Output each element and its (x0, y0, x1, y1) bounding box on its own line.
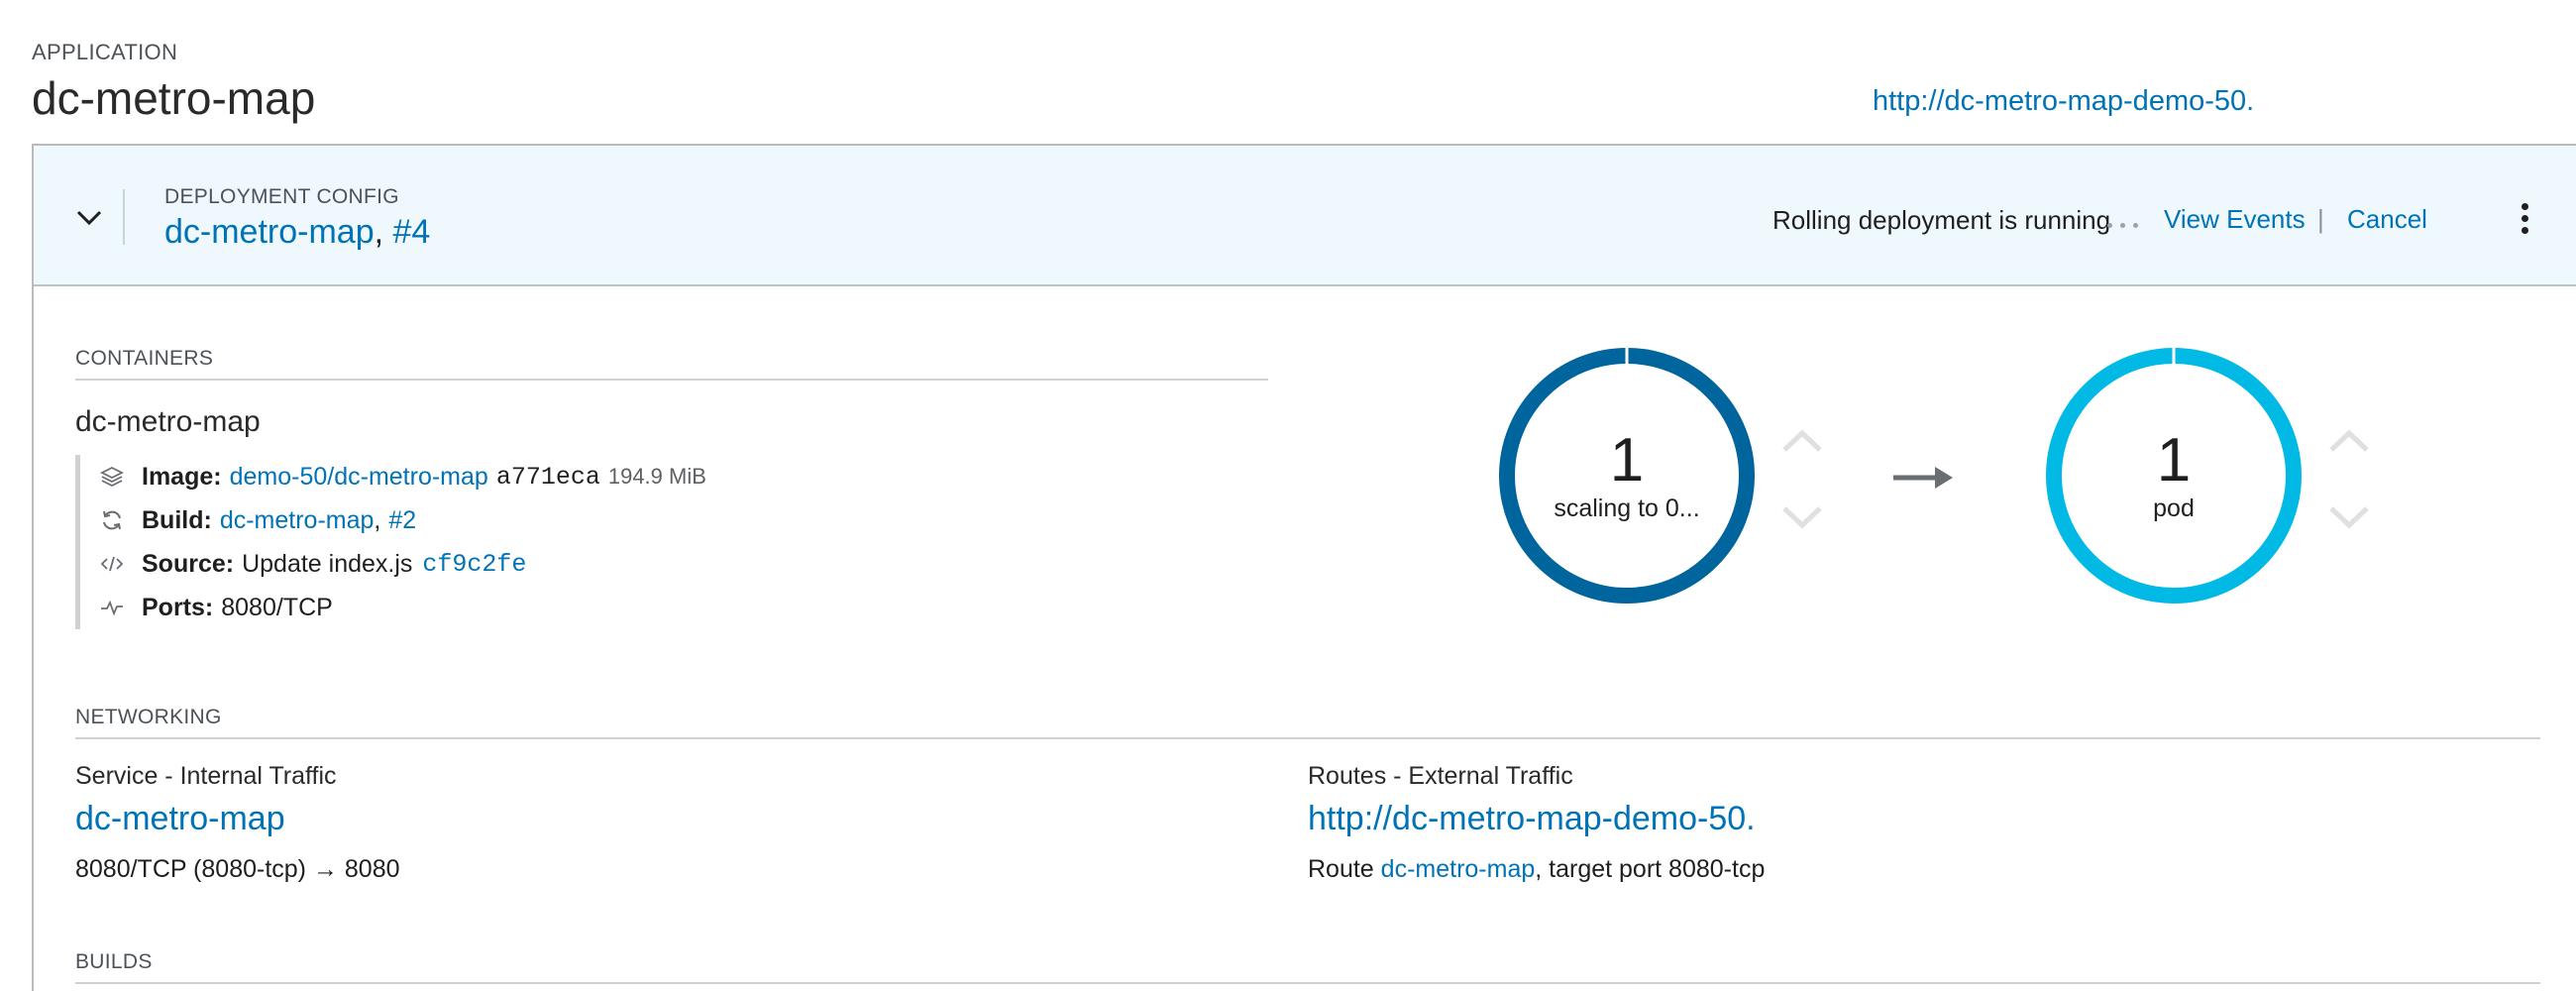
action-divider: | (2317, 204, 2324, 234)
route-details: Route dc-metro-map, target port 8080-tcp (1308, 855, 1765, 884)
source-text: Update index.js (242, 549, 413, 578)
deployment-panel: DEPLOYMENT CONFIG dc-metro-map, #4 Rolli… (32, 144, 2576, 991)
image-size: 194.9 MiB (607, 464, 706, 489)
header-divider (123, 189, 125, 245)
ports-value: 8080/TCP (221, 593, 333, 621)
container-ports-row: Ports: 8080/TCP (100, 586, 706, 629)
networking-divider (75, 737, 2540, 739)
route-url-link[interactable]: http://dc-metro-map-demo-50. (1308, 800, 1756, 838)
builds-divider (75, 982, 2540, 984)
container-name: dc-metro-map (75, 405, 261, 438)
view-events-link[interactable]: View Events (2164, 204, 2306, 235)
loading-dots-icon (2107, 223, 2138, 228)
image-link[interactable]: demo-50/dc-metro-map (230, 463, 488, 492)
old-deployment-donut: 1 scaling to 0... (1495, 344, 1759, 607)
new-pod-count: 1 (2156, 426, 2192, 495)
new-pod-label: pod (2153, 495, 2195, 522)
new-scale-down-chevron-icon[interactable] (2327, 502, 2371, 532)
deployment-config-separator: , (374, 213, 384, 251)
containers-divider (75, 379, 1268, 381)
deployment-revision-link[interactable]: #4 (393, 213, 431, 251)
deployment-config-name-link[interactable]: dc-metro-map (164, 213, 375, 251)
source-label: Source: (142, 549, 235, 578)
new-scale-up-chevron-icon[interactable] (2327, 426, 2371, 456)
container-details: Image: demo-50/dc-metro-map a771eca 194.… (75, 455, 706, 629)
route-prefix: Route (1308, 855, 1374, 883)
application-label: APPLICATION (32, 40, 178, 64)
application-title: dc-metro-map (32, 72, 316, 124)
container-build-row: Build: dc-metro-map, #2 (100, 498, 706, 542)
deployment-config-header: DEPLOYMENT CONFIG dc-metro-map, #4 Rolli… (34, 146, 2576, 286)
deployment-config-label: DEPLOYMENT CONFIG (164, 185, 399, 208)
arrow-right-icon (1893, 467, 1953, 489)
new-deployment-donut: 1 pod (2042, 344, 2306, 607)
route-name-link[interactable]: dc-metro-map (1381, 855, 1536, 883)
build-label: Build: (142, 505, 212, 534)
containers-heading: CONTAINERS (75, 347, 214, 370)
old-pod-count: 1 (1609, 426, 1645, 495)
ports-label: Ports: (142, 593, 214, 621)
kebab-menu-icon[interactable] (2518, 203, 2531, 237)
service-name-link[interactable]: dc-metro-map (75, 800, 285, 838)
source-commit-link[interactable]: cf9c2fe (422, 550, 526, 579)
layers-icon (100, 466, 124, 488)
image-label: Image: (142, 462, 222, 491)
container-source-row: Source: Update index.js cf9c2fe (100, 542, 706, 586)
container-image-row: Image: demo-50/dc-metro-map a771eca 194.… (100, 455, 706, 498)
build-link[interactable]: dc-metro-map (220, 506, 375, 535)
old-pod-label: scaling to 0... (1554, 495, 1700, 522)
deployment-config-title: dc-metro-map, #4 (164, 213, 430, 252)
service-ports: 8080/TCP (8080-tcp) → 8080 (75, 855, 400, 883)
chevron-down-icon[interactable] (73, 201, 105, 233)
refresh-icon (103, 510, 121, 530)
scale-down-chevron-icon[interactable] (1780, 502, 1824, 532)
route-suffix: , target port 8080-tcp (1535, 855, 1766, 883)
build-number-link[interactable]: #2 (388, 506, 416, 535)
scale-up-chevron-icon[interactable] (1780, 426, 1824, 456)
builds-heading: BUILDS (75, 950, 153, 973)
image-hash: a771eca (495, 462, 600, 492)
build-separator: , (374, 505, 381, 534)
routes-heading: Routes - External Traffic (1308, 762, 1573, 790)
networking-heading: NETWORKING (75, 706, 222, 728)
pulse-icon (101, 600, 123, 616)
deployment-status-text: Rolling deployment is running (1772, 205, 2111, 235)
cancel-deployment-link[interactable]: Cancel (2347, 204, 2427, 235)
service-heading: Service - Internal Traffic (75, 762, 337, 790)
application-route-link[interactable]: http://dc-metro-map-demo-50. (1873, 85, 2254, 118)
code-icon (100, 556, 124, 572)
